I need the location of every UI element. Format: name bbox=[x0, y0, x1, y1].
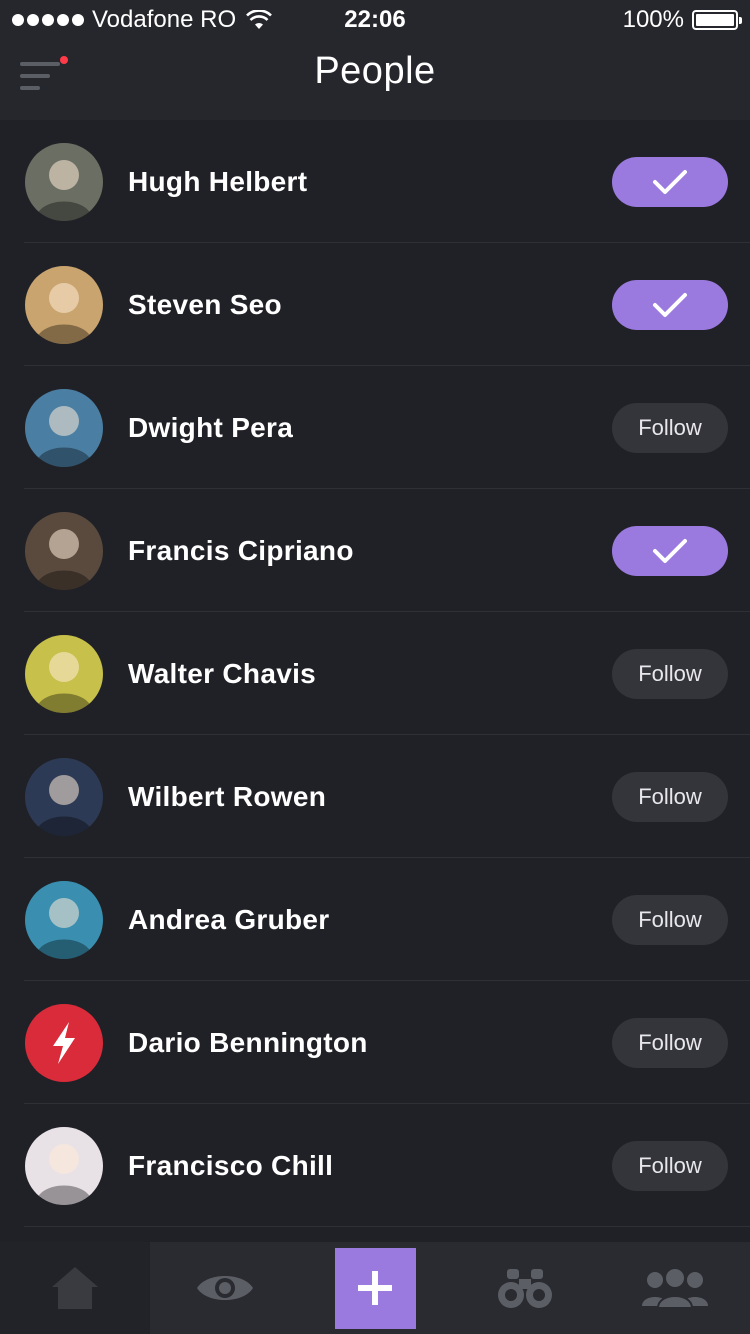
add-button[interactable] bbox=[334, 1247, 416, 1329]
status-right: 100% bbox=[622, 6, 742, 34]
page-title: People bbox=[314, 50, 436, 92]
person-photo bbox=[35, 405, 93, 467]
avatar[interactable] bbox=[25, 880, 103, 959]
tab-home[interactable] bbox=[0, 1242, 150, 1334]
tab-discover[interactable] bbox=[450, 1242, 600, 1334]
list-item[interactable]: Dario Bennington Follow bbox=[0, 981, 750, 1104]
home-icon bbox=[52, 1267, 98, 1309]
person-name[interactable]: Walter Chavis bbox=[128, 658, 316, 690]
person-name[interactable]: Francisco Chill bbox=[128, 1150, 333, 1182]
person-name[interactable]: Dwight Pera bbox=[128, 412, 293, 444]
tab-add[interactable] bbox=[300, 1242, 450, 1334]
follow-button[interactable]: Follow bbox=[612, 648, 728, 699]
person-name[interactable]: Dario Bennington bbox=[128, 1027, 368, 1059]
tab-watch[interactable] bbox=[150, 1242, 300, 1334]
person-photo bbox=[35, 159, 93, 221]
person-photo bbox=[35, 528, 93, 590]
list-item[interactable]: Hugh Helbert bbox=[0, 120, 750, 243]
list-item[interactable]: Andrea Gruber Follow bbox=[0, 858, 750, 981]
person-name[interactable]: Wilbert Rowen bbox=[128, 781, 326, 813]
avatar[interactable] bbox=[25, 634, 103, 713]
people-list: Hugh Helbert Steven Seo Dwight Pera Follow F… bbox=[0, 120, 750, 1242]
follow-button[interactable]: Follow bbox=[612, 1140, 728, 1191]
person-name[interactable]: Francis Cipriano bbox=[128, 535, 354, 567]
person-name[interactable]: Andrea Gruber bbox=[128, 904, 330, 936]
person-name[interactable]: Hugh Helbert bbox=[128, 166, 307, 198]
list-item[interactable]: Francisco Chill Follow bbox=[0, 1104, 750, 1227]
avatar[interactable] bbox=[25, 757, 103, 836]
follow-button[interactable]: Follow bbox=[612, 771, 728, 822]
list-item[interactable]: Steven Seo bbox=[0, 243, 750, 366]
status-bar: Vodafone RO 22:06 100% bbox=[0, 0, 750, 40]
following-button[interactable] bbox=[612, 279, 728, 330]
person-photo bbox=[35, 897, 93, 959]
eye-icon bbox=[197, 1276, 253, 1300]
nav-header: People bbox=[0, 40, 750, 120]
avatar[interactable] bbox=[25, 511, 103, 590]
follow-button[interactable]: Follow bbox=[612, 1017, 728, 1068]
check-icon bbox=[653, 292, 687, 317]
plus-icon bbox=[358, 1271, 392, 1305]
person-photo bbox=[35, 282, 93, 344]
lightning-icon bbox=[53, 1021, 75, 1064]
check-icon bbox=[653, 538, 687, 563]
tab-people[interactable] bbox=[600, 1242, 750, 1334]
avatar[interactable] bbox=[25, 142, 103, 221]
person-photo bbox=[35, 651, 93, 713]
list-item[interactable]: Wilbert Rowen Follow bbox=[0, 735, 750, 858]
avatar[interactable] bbox=[25, 388, 103, 467]
follow-button[interactable]: Follow bbox=[612, 894, 728, 945]
follow-button[interactable]: Follow bbox=[612, 402, 728, 453]
avatar[interactable] bbox=[25, 1003, 103, 1082]
person-photo bbox=[35, 774, 93, 836]
person-photo bbox=[35, 1143, 93, 1205]
list-item[interactable]: Dwight Pera Follow bbox=[0, 366, 750, 489]
list-item[interactable]: Walter Chavis Follow bbox=[0, 612, 750, 735]
avatar[interactable] bbox=[25, 1126, 103, 1205]
person-name[interactable]: Steven Seo bbox=[128, 289, 282, 321]
avatar[interactable] bbox=[25, 265, 103, 344]
battery-percentage: 100% bbox=[622, 6, 684, 33]
battery-icon bbox=[692, 10, 742, 30]
check-icon bbox=[653, 169, 687, 194]
people-icon bbox=[642, 1268, 708, 1308]
tab-bar bbox=[0, 1242, 750, 1334]
following-button[interactable] bbox=[612, 156, 728, 207]
binoculars-icon bbox=[498, 1269, 552, 1308]
list-item[interactable]: Francis Cipriano bbox=[0, 489, 750, 612]
following-button[interactable] bbox=[612, 525, 728, 576]
